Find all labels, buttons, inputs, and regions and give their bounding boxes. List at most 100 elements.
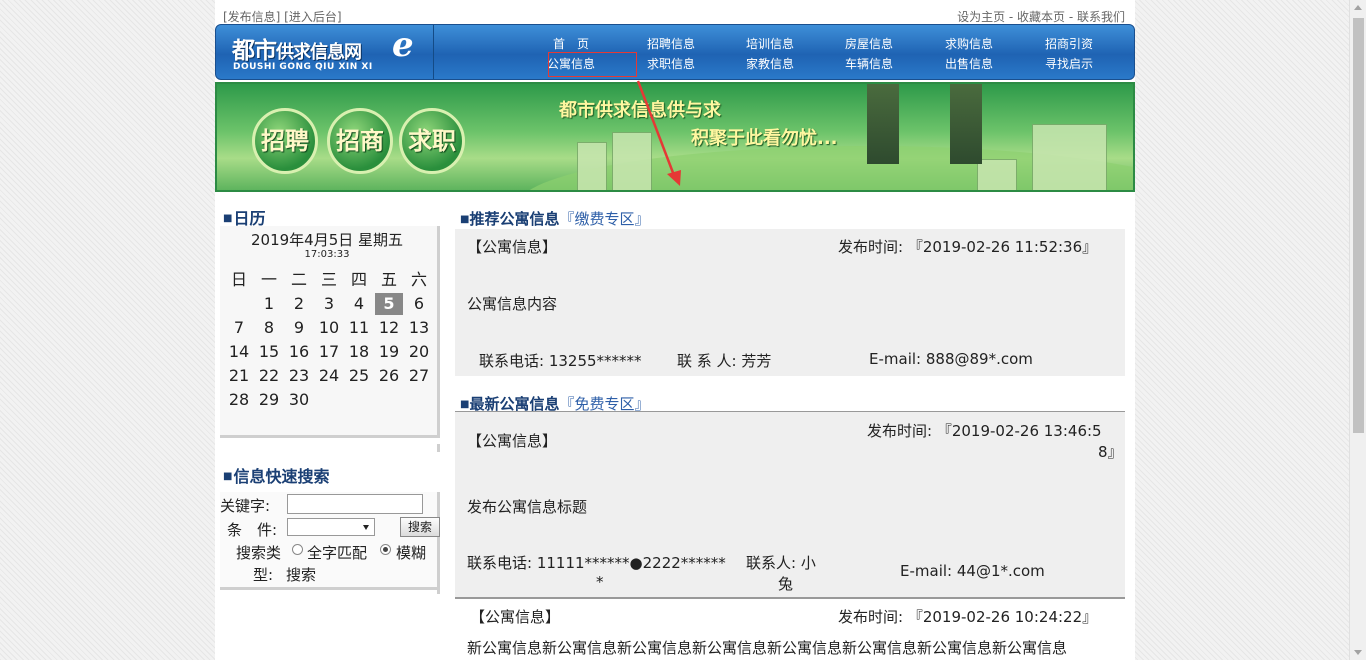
- keyword-label: 关键字:: [220, 497, 271, 515]
- calendar-day[interactable]: 3: [315, 293, 343, 315]
- calendar-day[interactable]: 1: [255, 293, 283, 315]
- calendar-day[interactable]: 22: [255, 365, 283, 387]
- listing-content: 公寓信息内容: [467, 295, 558, 313]
- calendar-week-row: 28 29 30: [225, 389, 435, 411]
- banner-building: [577, 142, 607, 190]
- search-type-label-cont: 型:: [253, 566, 274, 584]
- calendar-day[interactable]: 11: [345, 317, 373, 339]
- nav-vehicles[interactable]: 车辆信息: [834, 55, 904, 72]
- calendar-day[interactable]: 21: [225, 365, 253, 387]
- banner-building: [977, 159, 1017, 190]
- nav-sale[interactable]: 出售信息: [934, 55, 1004, 72]
- calendar-day[interactable]: 30: [285, 389, 313, 411]
- calendar-day[interactable]: 20: [405, 341, 433, 363]
- listing-phone-cont: *: [596, 573, 604, 591]
- calendar-day[interactable]: 2: [285, 293, 313, 315]
- calendar-week-row: 21 22 23 24 25 26 27: [225, 365, 435, 387]
- listing-contact: 联系人: 小: [746, 554, 816, 572]
- calendar-day[interactable]: 23: [285, 365, 313, 387]
- listing-publish-time: 发布时间: 『2019-02-26 13:46:5: [867, 422, 1102, 440]
- latest-listing[interactable]: 【公寓信息】 发布时间: 『2019-02-26 10:24:22』 新公寓信息…: [455, 599, 1125, 660]
- calendar-day[interactable]: 26: [375, 365, 403, 387]
- fuzzy-match-label: 模糊: [396, 544, 427, 562]
- calendar-date: 2019年4月5日 星期五: [250, 231, 404, 249]
- calendar-weekday: 六: [410, 270, 427, 289]
- calendar-day[interactable]: 15: [255, 341, 283, 363]
- calendar-day[interactable]: 24: [315, 365, 343, 387]
- keyword-input[interactable]: [287, 494, 423, 514]
- nav-purchase[interactable]: 求购信息: [934, 35, 1004, 52]
- calendar-weekday: 二: [290, 270, 307, 289]
- calendar-day[interactable]: 8: [255, 317, 283, 339]
- publish-admin-links[interactable]: [发布信息] [进入后台]: [223, 8, 342, 25]
- logo-e-icon: e: [392, 25, 414, 65]
- nav-tutoring[interactable]: 家教信息: [735, 55, 805, 72]
- calendar-week-row: 123456: [225, 293, 435, 315]
- banner-recruit-button[interactable]: 招聘: [252, 108, 318, 174]
- banner-building: [1032, 124, 1107, 190]
- calendar-day-today[interactable]: 5: [375, 293, 403, 315]
- calendar-day[interactable]: 12: [375, 317, 403, 339]
- calendar-day[interactable]: 6: [405, 293, 433, 315]
- calendar-time: 17:03:33: [304, 249, 350, 260]
- calendar-day[interactable]: 18: [345, 341, 373, 363]
- logo-text-big: 都市: [232, 37, 277, 64]
- calendar-day[interactable]: 28: [225, 389, 253, 411]
- calendar-day[interactable]: 7: [225, 317, 253, 339]
- listing-phone: 联系电话: 13255******: [479, 352, 642, 370]
- listing-category: 【公寓信息】: [470, 608, 561, 626]
- calendar-weekday: 一: [260, 270, 277, 289]
- calendar-week-row: 14 15 16 17 18 19 20: [225, 341, 435, 363]
- calendar-day[interactable]: 29: [255, 389, 283, 411]
- search-button[interactable]: 搜索: [400, 517, 440, 537]
- banner-jobseek-button[interactable]: 求职: [399, 108, 465, 174]
- calendar-day[interactable]: 19: [375, 341, 403, 363]
- nav-lostfound[interactable]: 寻找启示: [1034, 55, 1104, 72]
- nav-jobseek[interactable]: 求职信息: [636, 55, 706, 72]
- fuzzy-match-radio[interactable]: [380, 544, 391, 555]
- condition-label: 条 件:: [227, 521, 278, 539]
- calendar-day[interactable]: 4: [345, 293, 373, 315]
- condition-select[interactable]: [287, 518, 375, 536]
- calendar-day[interactable]: 27: [405, 365, 433, 387]
- calendar-day[interactable]: 10: [315, 317, 343, 339]
- scroll-down-icon[interactable]: [1354, 650, 1362, 655]
- calendar-day[interactable]: 13: [405, 317, 433, 339]
- calendar-day[interactable]: 9: [285, 317, 313, 339]
- listing-phone: 联系电话: 11111******●2222******: [467, 554, 726, 572]
- search-title: ■信息快速搜索: [223, 467, 330, 486]
- site-logo[interactable]: 都市供求信息网 e DOUSHI GONG QIU XIN XI: [216, 25, 434, 79]
- listing-category: 【公寓信息】: [467, 238, 558, 256]
- exact-match-label: 全字匹配: [307, 544, 368, 562]
- sidebar-separator: [437, 444, 440, 452]
- recommended-section-title: ■推荐公寓信息『缴费专区』: [460, 210, 650, 228]
- paid-zone-label[interactable]: 『缴费专区』: [559, 210, 649, 228]
- exact-match-radio[interactable]: [292, 544, 303, 555]
- calendar-day[interactable]: 17: [315, 341, 343, 363]
- listing-contact: 联 系 人: 芳芳: [677, 352, 772, 370]
- logo-pinyin: DOUSHI GONG QIU XIN XI: [233, 62, 373, 72]
- latest-listing[interactable]: 【公寓信息】 发布时间: 『2019-02-26 13:46:5 8』 发布公寓…: [455, 412, 1125, 597]
- recommended-listing[interactable]: 【公寓信息】 发布时间: 『2019-02-26 11:52:36』 公寓信息内…: [455, 229, 1125, 376]
- scroll-up-icon[interactable]: [1354, 5, 1362, 10]
- calendar-day[interactable]: 14: [225, 341, 253, 363]
- sidebar-separator: [437, 589, 440, 594]
- listing-contact-cont: 兔: [778, 575, 794, 593]
- listing-publish-time: 发布时间: 『2019-02-26 10:24:22』: [838, 608, 1098, 626]
- listing-publish-time: 发布时间: 『2019-02-26 11:52:36』: [838, 238, 1098, 256]
- search-type-label: 搜索类: [236, 544, 282, 562]
- homepage-favorite-contact-links[interactable]: 设为主页 - 收藏本页 - 联系我们: [957, 8, 1125, 25]
- scrollbar-thumb[interactable]: [1353, 18, 1364, 433]
- nav-selected-highlight: [548, 52, 637, 77]
- banner-investment-button[interactable]: 招商: [327, 108, 393, 174]
- calendar-day[interactable]: 16: [285, 341, 313, 363]
- nav-recruit[interactable]: 招聘信息: [636, 35, 706, 52]
- nav-investment[interactable]: 招商引资: [1034, 35, 1104, 52]
- nav-training[interactable]: 培训信息: [735, 35, 805, 52]
- search-title-text: 信息快速搜索: [233, 467, 330, 486]
- vertical-scrollbar[interactable]: [1349, 0, 1366, 660]
- calendar-weekday: 日: [230, 270, 247, 289]
- nav-home[interactable]: 首 页: [536, 35, 606, 52]
- nav-housing[interactable]: 房屋信息: [834, 35, 904, 52]
- calendar-day[interactable]: 25: [345, 365, 373, 387]
